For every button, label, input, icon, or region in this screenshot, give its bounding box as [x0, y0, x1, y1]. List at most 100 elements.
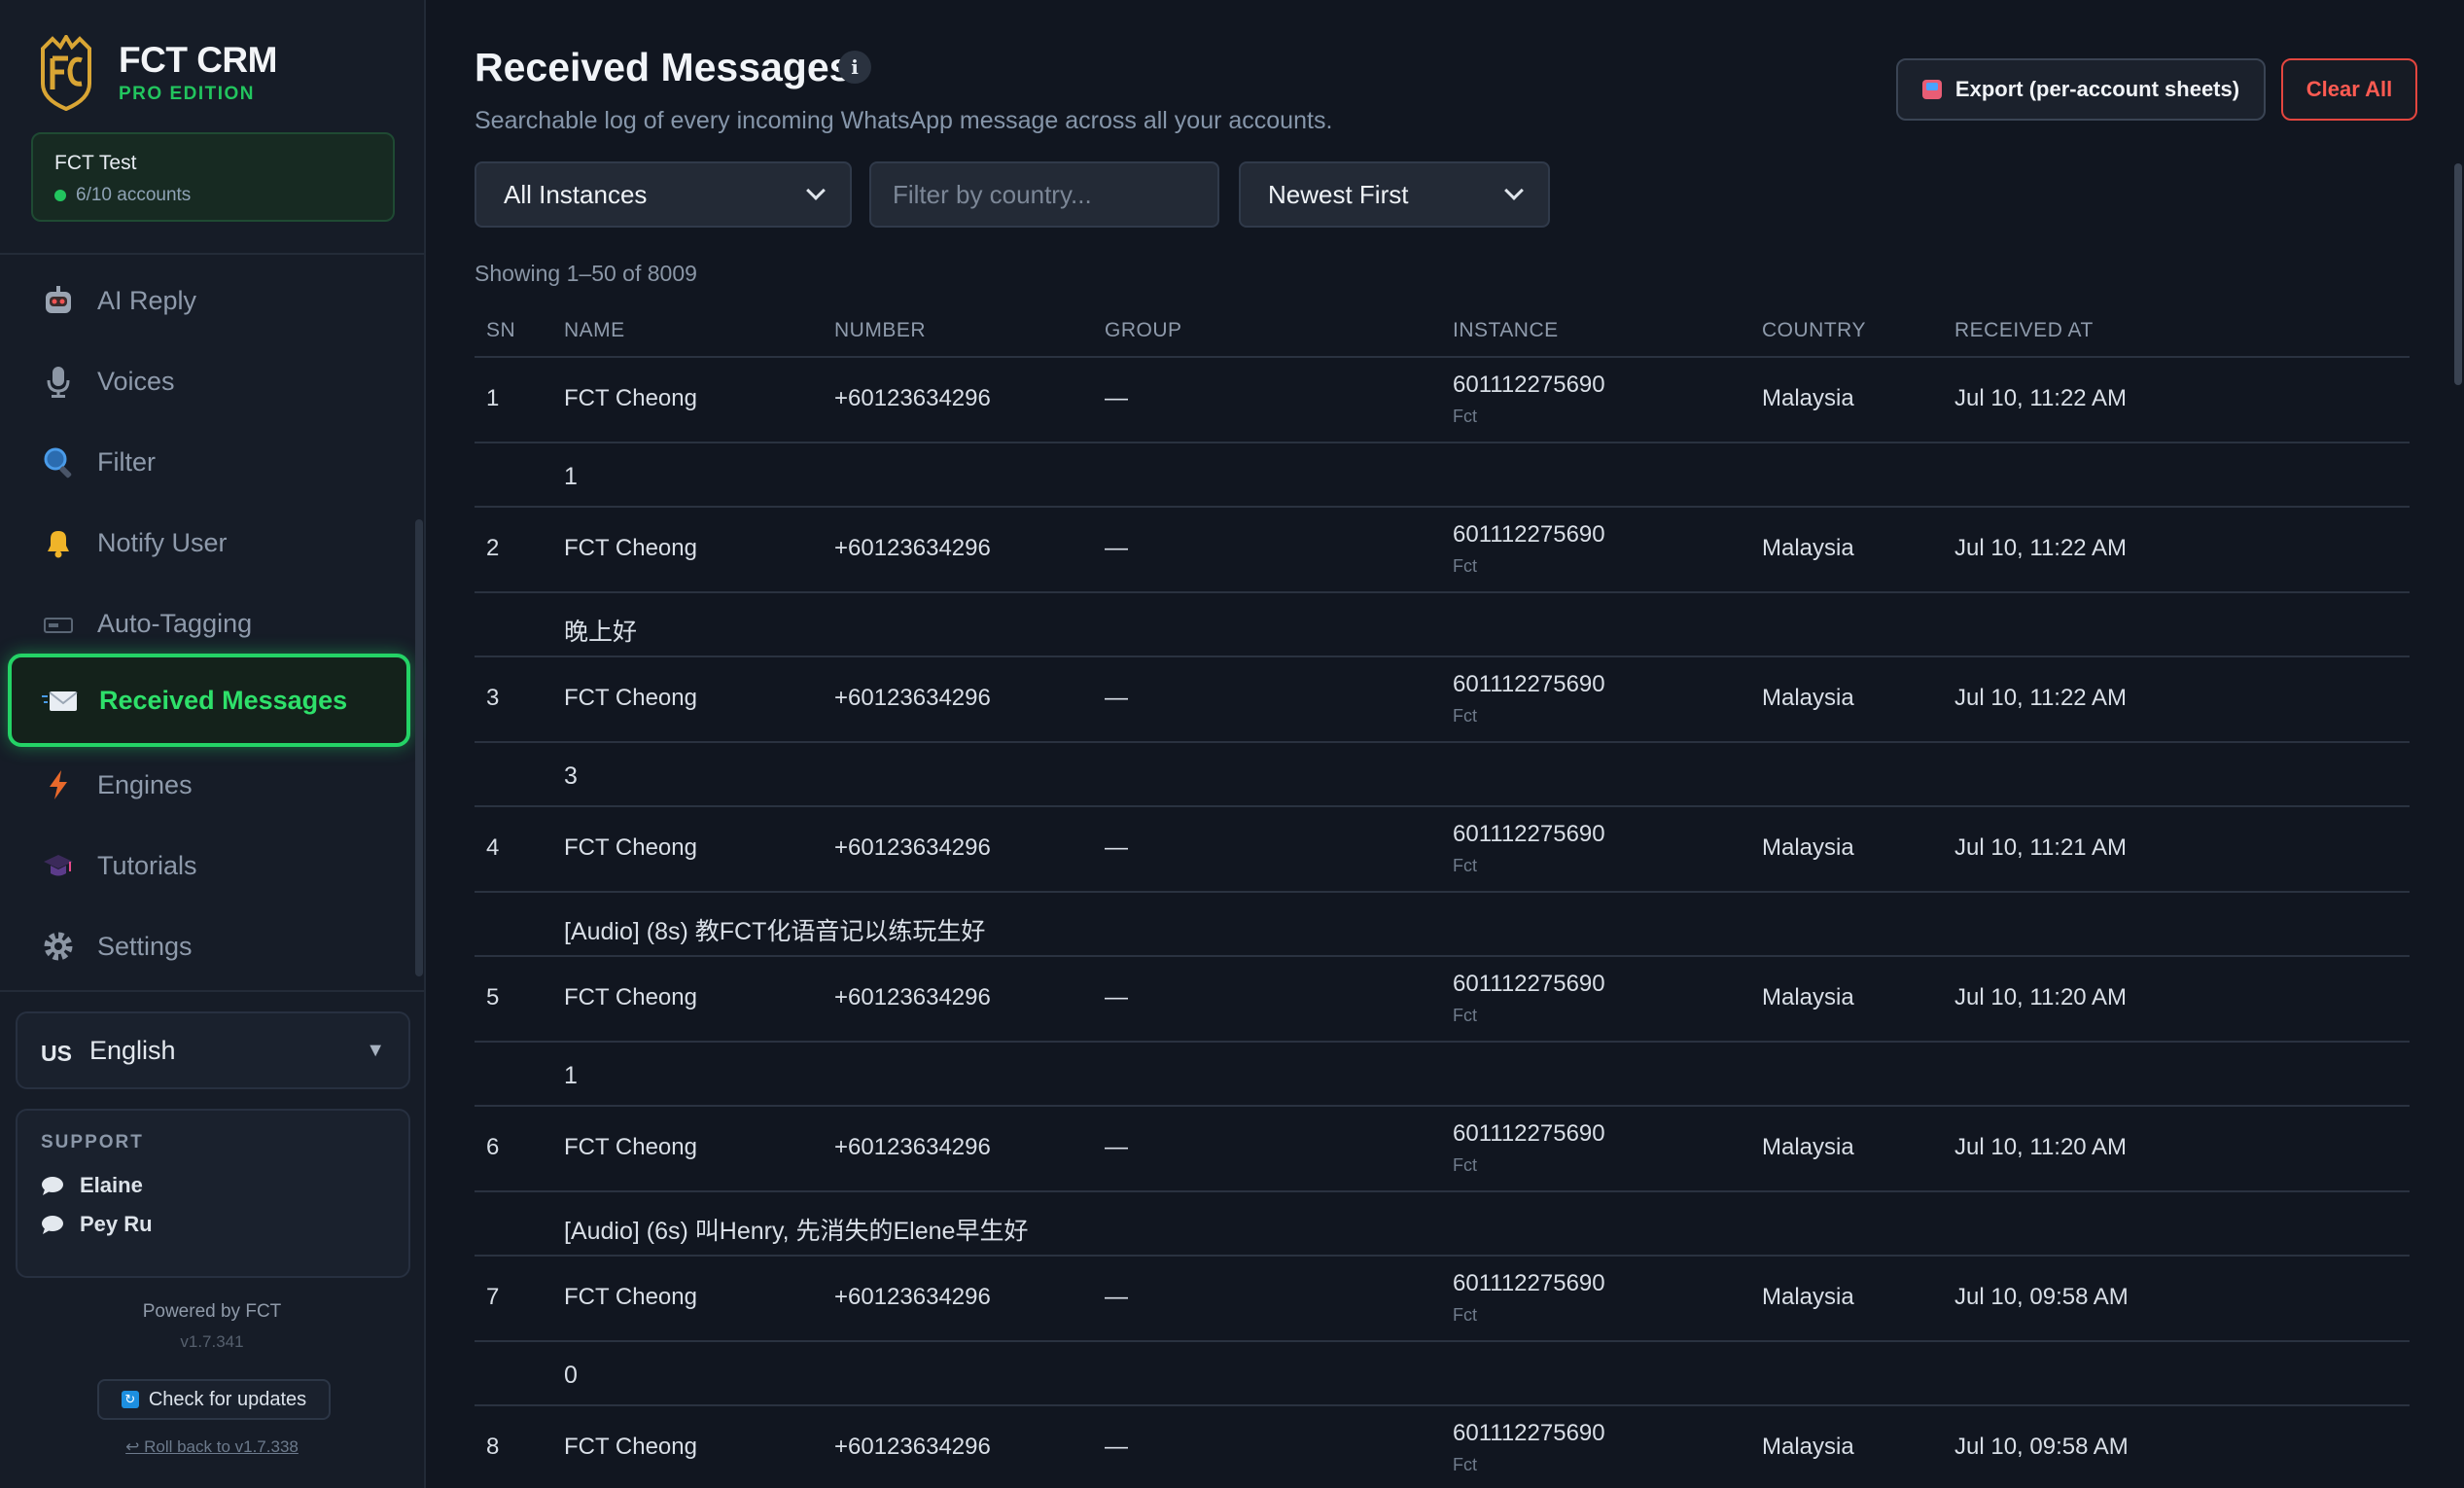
brand[interactable]: FCT CRM PRO EDITION [39, 35, 277, 111]
message-text: [Audio] (8s) 教FCT化语音记以练玩生好 [564, 918, 986, 945]
sidebar-item-received-messages[interactable]: Received Messages [8, 654, 410, 747]
magnifier-icon [39, 443, 78, 481]
cell-sn: 3 [486, 685, 500, 711]
table-row[interactable]: 5 FCT Cheong +60123634296 — 601112275690… [475, 957, 2410, 1043]
refresh-icon: ↻ [121, 1391, 139, 1408]
sort-select[interactable]: Newest First [1239, 161, 1550, 228]
sidebar-divider [0, 253, 424, 255]
sidebar: FCT CRM PRO EDITION FCT Test 6/10 accoun… [0, 0, 426, 1488]
sidebar-item-filter[interactable]: Filter [39, 433, 399, 491]
check-updates-label: Check for updates [148, 1388, 307, 1410]
language-select[interactable]: US English ▼ [16, 1011, 410, 1089]
sidebar-scrollbar[interactable] [415, 519, 423, 976]
cell-instance-name: Fct [1453, 1155, 1477, 1175]
account-card[interactable]: FCT Test 6/10 accounts [31, 132, 395, 222]
export-label: Export (per-account sheets) [1954, 77, 2240, 101]
table-row[interactable]: 2 FCT Cheong +60123634296 — 601112275690… [475, 508, 2410, 593]
table-row[interactable]: 4 FCT Cheong +60123634296 — 601112275690… [475, 807, 2410, 893]
column-header-group[interactable]: GROUP [1105, 319, 1182, 342]
support-contact-pey-ru[interactable]: Pey Ru [41, 1212, 385, 1237]
gear-icon [39, 927, 78, 966]
cell-instance-number: 601112275690 [1453, 821, 1605, 847]
cell-name: FCT Cheong [564, 1284, 697, 1310]
cell-sn: 5 [486, 984, 500, 1010]
support-contact-elaine[interactable]: Elaine [41, 1173, 385, 1198]
cell-instance-number: 601112275690 [1453, 671, 1605, 697]
cell-name: FCT Cheong [564, 1434, 697, 1460]
cell-instance-name: Fct [1453, 1305, 1477, 1325]
sidebar-item-engines[interactable]: Engines [39, 756, 399, 814]
message-row: 0 [475, 1342, 2410, 1406]
cell-number: +60123634296 [834, 1284, 991, 1310]
caret-down-icon: ▼ [366, 1039, 385, 1061]
cell-sn: 2 [486, 535, 500, 561]
message-text: 晚上好 [564, 619, 638, 646]
cell-group: — [1105, 984, 1128, 1010]
export-button[interactable]: Export (per-account sheets) [1896, 58, 2266, 121]
cell-name: FCT Cheong [564, 1134, 697, 1160]
results-count: Showing 1–50 of 8009 [475, 261, 697, 286]
cell-name: FCT Cheong [564, 535, 697, 561]
info-icon[interactable]: i [838, 51, 871, 84]
chevron-down-icon [806, 181, 826, 200]
cell-instance-name: Fct [1453, 407, 1477, 426]
sidebar-item-tutorials[interactable]: Tutorials [39, 836, 399, 895]
cell-name: FCT Cheong [564, 685, 697, 711]
sidebar-item-label: Auto-Tagging [97, 608, 253, 638]
message-text: 1 [564, 1062, 578, 1089]
table-row[interactable]: 1 FCT Cheong +60123634296 — 601112275690… [475, 358, 2410, 443]
sidebar-item-voices[interactable]: Voices [39, 352, 399, 410]
main-scrollbar[interactable] [2454, 163, 2462, 385]
cell-instance-number: 601112275690 [1453, 1420, 1605, 1446]
bell-icon [39, 523, 78, 562]
table-row[interactable]: 8 FCT Cheong +60123634296 — 601112275690… [475, 1406, 2410, 1488]
column-header-name[interactable]: NAME [564, 319, 625, 342]
column-header-number[interactable]: NUMBER [834, 319, 926, 342]
lightning-icon [39, 765, 78, 804]
cell-number: +60123634296 [834, 834, 991, 861]
table-row[interactable]: 3 FCT Cheong +60123634296 — 601112275690… [475, 657, 2410, 743]
country-filter-input[interactable] [869, 161, 1219, 228]
sidebar-item-label: Tutorials [97, 850, 197, 880]
cell-sn: 6 [486, 1134, 500, 1160]
message-row: 3 [475, 743, 2410, 807]
table-row[interactable]: 6 FCT Cheong +60123634296 — 601112275690… [475, 1107, 2410, 1192]
cell-number: +60123634296 [834, 984, 991, 1010]
cell-instance-name: Fct [1453, 706, 1477, 726]
check-updates-button[interactable]: ↻ Check for updates [97, 1379, 331, 1420]
message-text: 3 [564, 762, 578, 790]
instance-select[interactable]: All Instances [475, 161, 852, 228]
cell-instance-name: Fct [1453, 556, 1477, 576]
column-header-received-at[interactable]: RECEIVED AT [1954, 319, 2094, 342]
message-text: [Audio] (6s) 叫Henry, 先消失的Elene早生好 [564, 1218, 1029, 1245]
cell-name: FCT Cheong [564, 984, 697, 1010]
cell-instance-number: 601112275690 [1453, 521, 1605, 548]
brand-title: FCT CRM [119, 40, 277, 80]
robot-icon [39, 281, 78, 320]
sidebar-item-ai-reply[interactable]: AI Reply [39, 271, 399, 330]
message-row: 晚上好 [475, 593, 2410, 657]
cell-received-at: Jul 10, 09:58 AM [1954, 1284, 2129, 1310]
sidebar-item-auto-tagging[interactable]: Auto-Tagging [39, 594, 399, 653]
microphone-icon [39, 362, 78, 401]
account-name: FCT Test [54, 152, 137, 174]
cell-received-at: Jul 10, 11:20 AM [1954, 984, 2127, 1010]
cell-group: — [1105, 1134, 1128, 1160]
table-row[interactable]: 7 FCT Cheong +60123634296 — 601112275690… [475, 1257, 2410, 1342]
chevron-down-icon [1504, 181, 1524, 200]
sidebar-item-settings[interactable]: Settings [39, 917, 399, 975]
sidebar-divider [0, 990, 424, 992]
brand-edition: PRO EDITION [119, 84, 256, 104]
cell-number: +60123634296 [834, 685, 991, 711]
cell-sn: 8 [486, 1434, 500, 1460]
clear-all-button[interactable]: Clear All [2281, 58, 2417, 121]
sidebar-item-label: Voices [97, 366, 175, 396]
column-header-instance[interactable]: INSTANCE [1453, 319, 1559, 342]
envelope-icon [41, 681, 80, 720]
online-dot-icon [54, 190, 66, 201]
support-title: SUPPORT [41, 1132, 144, 1152]
column-header-country[interactable]: COUNTRY [1762, 319, 1866, 342]
column-header-sn[interactable]: SN [486, 319, 515, 342]
rollback-link[interactable]: ↩ Roll back to v1.7.338 [0, 1437, 424, 1457]
sidebar-item-notify-user[interactable]: Notify User [39, 514, 399, 572]
